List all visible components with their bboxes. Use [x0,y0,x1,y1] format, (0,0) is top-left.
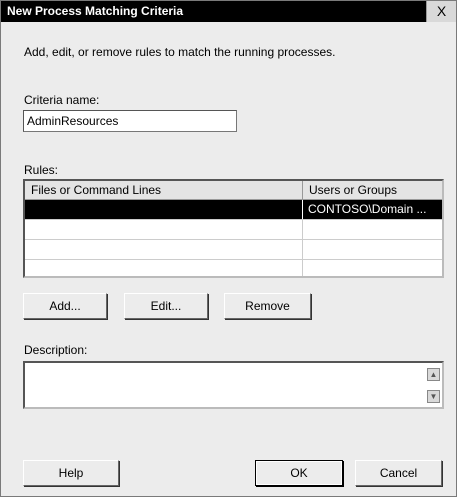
rules-label: Rules: [24,163,59,177]
rule-users-cell [303,260,442,276]
rule-files-cell [25,240,303,259]
window-title: New Process Matching Criteria [7,4,184,18]
rule-files-cell [25,220,303,239]
rule-users-cell [303,240,442,259]
rule-users-cell [303,220,442,239]
rule-files-cell [25,200,303,219]
close-button[interactable]: X [426,1,456,22]
rules-list[interactable]: Files or Command Lines Users or Groups C… [23,179,444,278]
description-label: Description: [24,343,88,357]
rule-users-cell: CONTOSO\Domain ... [308,202,427,216]
table-row[interactable] [25,220,442,240]
remove-button[interactable]: Remove [224,293,311,319]
title-bar[interactable]: New Process Matching Criteria X [1,1,456,22]
ok-button[interactable]: OK [255,460,343,486]
scroll-up-icon[interactable]: ▲ [427,368,440,381]
table-row[interactable] [25,240,442,260]
table-row[interactable]: CONTOSO\Domain ... [25,200,442,220]
edit-button[interactable]: Edit... [124,293,208,319]
add-button[interactable]: Add... [23,293,107,319]
intro-text: Add, edit, or remove rules to match the … [24,45,336,59]
column-header-files[interactable]: Files or Command Lines [25,181,303,199]
cancel-button[interactable]: Cancel [355,460,442,486]
description-field[interactable]: ▲ ▼ [23,361,444,409]
criteria-name-input[interactable] [23,110,237,132]
help-button[interactable]: Help [23,460,119,486]
column-header-users[interactable]: Users or Groups [303,181,442,199]
rules-header: Files or Command Lines Users or Groups [25,181,442,200]
rule-files-cell [25,260,303,276]
scroll-down-icon[interactable]: ▼ [427,390,440,403]
criteria-name-label: Criteria name: [24,93,100,107]
table-row[interactable] [25,260,442,276]
new-process-matching-criteria-dialog: New Process Matching Criteria X Add, edi… [0,0,457,497]
